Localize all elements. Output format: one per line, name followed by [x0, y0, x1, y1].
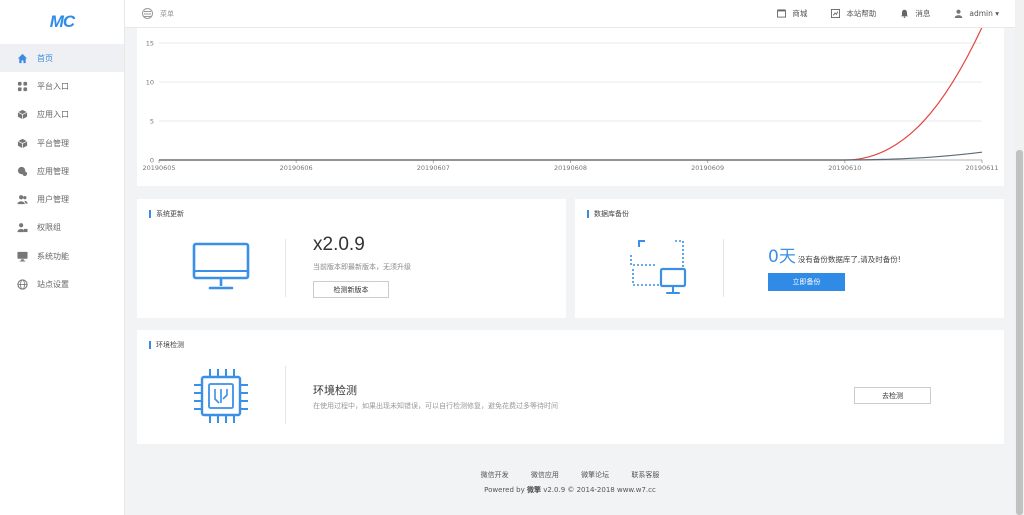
go-check-button[interactable]: 去检测 [854, 387, 931, 404]
footer-link-forum[interactable]: 微擎论坛 [581, 471, 609, 479]
shop-icon [777, 9, 787, 18]
line-chart: 05101520190605 20190606 20190607 20190608 20… [142, 28, 999, 172]
version-number: x2.0.9 [313, 234, 365, 255]
bell-icon [900, 9, 909, 18]
footer-link-wechat-apps[interactable]: 微信应用 [531, 471, 559, 479]
x-tick-label: 20190611 [965, 164, 998, 172]
sidebar-item-app-manage[interactable]: 应用管理 [0, 157, 124, 185]
cube-icon [17, 138, 28, 149]
chip-icon [194, 369, 248, 423]
y-tick-label: 10 [146, 79, 154, 87]
env-check-card: 环境检测 环境检测 在使用过程中，如果出现未知错误，可以自行检测修复，避免花费过… [137, 330, 1004, 444]
sidebar-item-label: 用户管理 [37, 195, 69, 205]
footer-link-support[interactable]: 联系客服 [631, 471, 659, 479]
shop-link[interactable]: 商城 [777, 8, 807, 19]
sidebar-item-label: 系统功能 [37, 251, 69, 261]
footer: 微信开发 微信应用 微擎论坛 联系客服 Powered by 微擎 v2.0.9… [125, 470, 1015, 495]
divider [723, 239, 724, 297]
home-icon [17, 53, 28, 64]
footer-link-wechat-dev[interactable]: 微信开发 [481, 471, 509, 479]
powered-by: Powered by 微擎 v2.0.9 © 2014-2018 www.w7.… [125, 485, 1015, 495]
topbar: 菜单 商城 本站帮助 消息 admin ▾ [125, 0, 1015, 28]
monitor-icon [192, 242, 250, 290]
top-links: 商城 本站帮助 消息 admin ▾ [753, 8, 999, 19]
sidebar-item-platform-manage[interactable]: 平台管理 [0, 129, 124, 157]
sidebar-item-label: 应用管理 [37, 166, 69, 176]
user-icon [954, 9, 963, 18]
shop-link-label: 商城 [792, 9, 808, 18]
sidebar-item-system-functions[interactable]: 系统功能 [0, 242, 124, 270]
help-icon [831, 9, 841, 18]
puzzle-icon [17, 166, 28, 177]
sidebar-item-label: 平台管理 [37, 138, 69, 148]
backup-days: 0天 [768, 247, 796, 267]
x-tick-label: 20190609 [691, 164, 724, 172]
sidebar-item-label: 平台入口 [37, 81, 69, 91]
env-check-note: 在使用过程中，如果出现未知错误，可以自行检测修复，避免花费过多等待时间 [313, 402, 558, 410]
x-tick-label: 20190606 [280, 164, 313, 172]
y-tick-label: 5 [150, 118, 154, 126]
x-tick-label: 20190610 [828, 164, 861, 172]
monitor-icon [17, 251, 28, 262]
sidebar-item-site-settings[interactable]: 站点设置 [0, 270, 124, 298]
grid-icon [17, 81, 28, 92]
sidebar: MC 首页 平台入口 应用入口 平台管理 应用管理 用户管理 权限组 系统功能 … [0, 0, 125, 515]
footer-links: 微信开发 微信应用 微擎论坛 联系客服 [125, 470, 1015, 480]
sidebar-item-user-manage[interactable]: 用户管理 [0, 185, 124, 213]
x-tick-label: 20190605 [142, 164, 175, 172]
users-icon [17, 194, 28, 205]
globe-icon [17, 279, 28, 290]
user-menu[interactable]: admin ▾ [954, 9, 999, 18]
powered-prefix: Powered by [484, 486, 525, 494]
divider [285, 366, 286, 424]
sidebar-item-permission-group[interactable]: 权限组 [0, 214, 124, 242]
backup-card: 数据库备份 0天 没有备份数据库了,请及时备份! 立即备份 [575, 199, 1004, 318]
powered-brand: 微擎 [526, 486, 541, 494]
logo-text: MC [49, 12, 75, 31]
card-title: 环境检测 [149, 341, 184, 349]
cube-icon [17, 109, 28, 120]
check-update-button[interactable]: 检测新版本 [313, 281, 389, 298]
series-line-0 [159, 28, 983, 161]
help-link-label: 本站帮助 [846, 9, 877, 18]
x-tick-label: 20190607 [417, 164, 450, 172]
database-backup-icon [630, 240, 687, 294]
page-scrollbar[interactable] [1015, 0, 1024, 515]
env-check-heading: 环境检测 [313, 384, 357, 397]
backup-now-button[interactable]: 立即备份 [768, 273, 845, 291]
sidebar-item-label: 权限组 [37, 223, 61, 233]
sidebar-item-label: 首页 [37, 53, 53, 63]
user-lock-icon [17, 222, 28, 233]
sidebar-item-label: 应用入口 [37, 110, 69, 120]
messages-link[interactable]: 消息 [900, 8, 930, 19]
card-title: 数据库备份 [587, 210, 629, 218]
y-tick-label: 15 [146, 40, 154, 48]
system-update-card: 系统更新 x2.0.9 当前版本即最新版本，无须升级 检测新版本 [137, 199, 566, 318]
backup-note: 没有备份数据库了,请及时备份! [797, 255, 901, 264]
scrollbar-thumb[interactable] [1016, 150, 1023, 515]
messages-link-label: 消息 [915, 9, 931, 18]
logo[interactable]: MC [0, 0, 124, 44]
sidebar-item-platform-entry[interactable]: 平台入口 [0, 72, 124, 100]
x-tick-label: 20190608 [554, 164, 587, 172]
powered-suffix: v2.0.9 © 2014-2018 www.w7.cc [543, 486, 656, 494]
sidebar-item-app-entry[interactable]: 应用入口 [0, 101, 124, 129]
backup-status: 0天 没有备份数据库了,请及时备份! [768, 242, 901, 267]
sidebar-item-home[interactable]: 首页 [0, 44, 124, 73]
menu-label: 菜单 [160, 9, 174, 18]
help-link[interactable]: 本站帮助 [831, 8, 876, 19]
card-title: 系统更新 [149, 210, 184, 218]
menu-toggle[interactable]: 菜单 [142, 8, 174, 19]
sidebar-item-label: 站点设置 [37, 280, 69, 290]
version-note: 当前版本即最新版本，无须升级 [313, 263, 411, 271]
user-menu-label: admin ▾ [969, 9, 999, 18]
menu-icon [142, 8, 153, 19]
divider [285, 239, 286, 297]
chart-card: 0 5 10 15 20190605 20190606 20190607 20190608 20… [137, 28, 1004, 186]
